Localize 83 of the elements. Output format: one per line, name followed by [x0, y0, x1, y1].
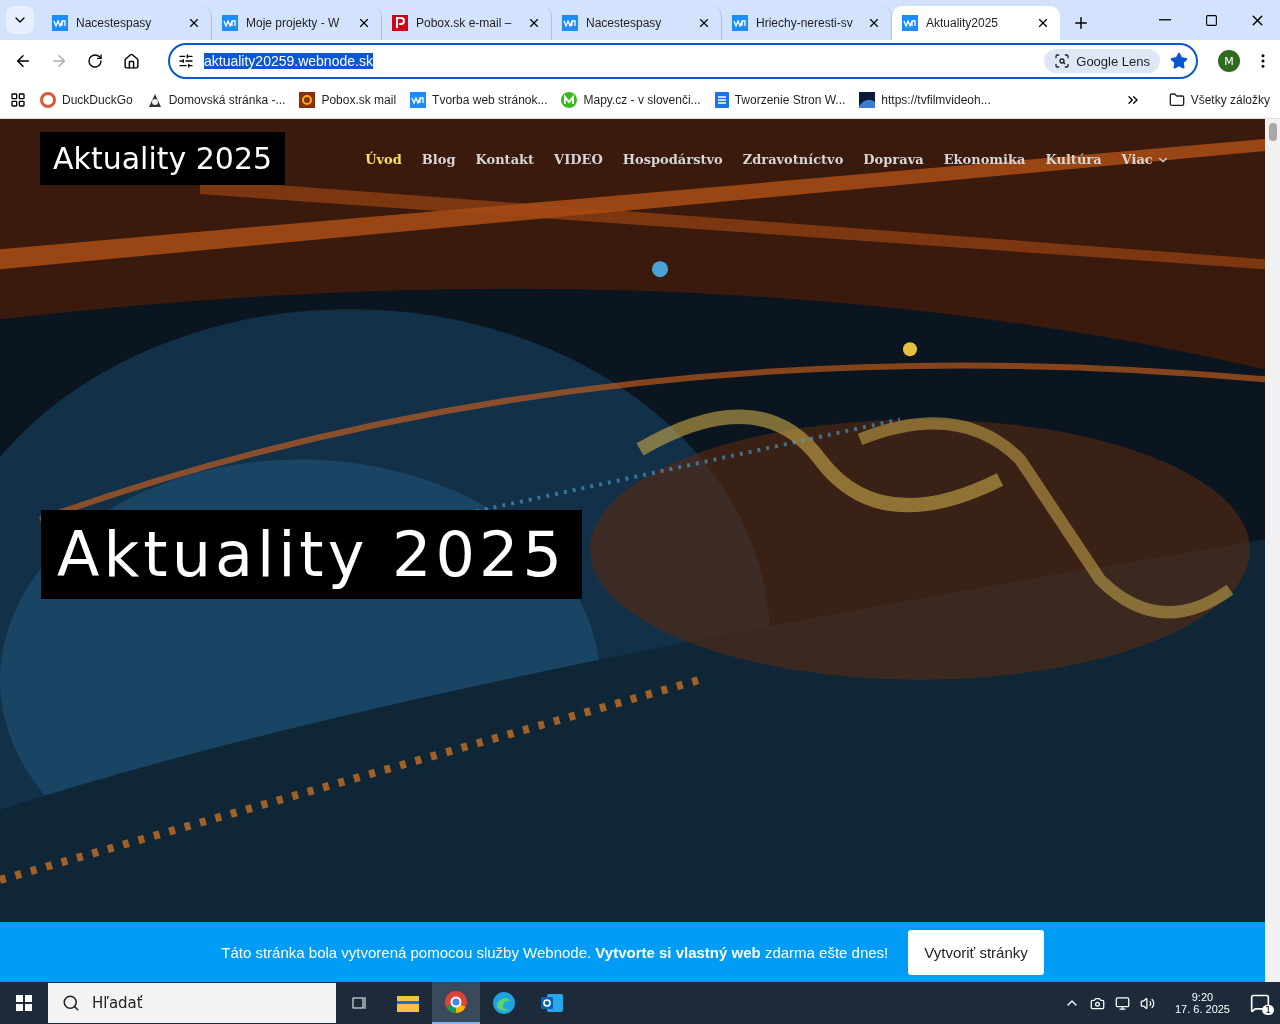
nav-link[interactable]: VIDEO	[550, 148, 607, 171]
site-favicon-icon	[732, 15, 748, 31]
close-icon[interactable]	[357, 16, 371, 30]
map-logo-icon	[561, 92, 578, 108]
folder-icon	[397, 994, 419, 1012]
create-site-button[interactable]: Vytvoriť stránky	[908, 929, 1044, 975]
site-logo[interactable]: Aktuality 2025	[40, 132, 286, 185]
browser-icon	[445, 991, 467, 1013]
reload-icon	[87, 53, 103, 69]
tab-title: Moje projekty - W	[246, 16, 341, 30]
close-icon[interactable]	[527, 16, 541, 30]
apps-icon[interactable]	[10, 92, 26, 108]
windows-icon	[16, 995, 32, 1011]
site-favicon-icon	[392, 15, 408, 31]
nav-link[interactable]: Kontakt	[471, 148, 539, 171]
close-icon[interactable]	[697, 16, 711, 30]
google-lens-button[interactable]: Google Lens	[1044, 49, 1160, 73]
close-icon[interactable]	[867, 16, 881, 30]
nav-link[interactable]: Kultúra	[1041, 148, 1106, 171]
network-icon[interactable]	[1114, 995, 1130, 1011]
browser-tab[interactable]: Aktuality2025	[892, 6, 1060, 40]
bookmark-link[interactable]: Domovská stránka -...	[146, 92, 286, 108]
hero-title: Aktuality 2025	[41, 510, 582, 599]
tab-title: Aktuality2025	[926, 16, 1000, 30]
all-bookmarks-link[interactable]: Všetky záložky	[1168, 92, 1270, 108]
notification-icon[interactable]	[1250, 993, 1270, 1013]
bookmark-link[interactable]: Tworzenie Stron W...	[714, 92, 846, 108]
bookmark-star-icon[interactable]	[1170, 52, 1188, 70]
maximize-icon	[1204, 13, 1218, 27]
nav-link[interactable]: Doprava	[859, 148, 928, 171]
site-favicon-icon	[562, 15, 578, 31]
profile-avatar[interactable]: M	[1218, 50, 1240, 72]
close-icon[interactable]	[187, 16, 201, 30]
tab-title: Nacestespasy	[586, 16, 663, 30]
tab-title: Nacestespasy	[76, 16, 153, 30]
nav-link[interactable]: Hospodárstvo	[618, 148, 727, 171]
bookmark-link[interactable]: https://tvfilmvideoh...	[859, 92, 991, 108]
browser-icon	[493, 992, 515, 1014]
tab-title: Hriechy-neresti-sv	[756, 16, 854, 30]
clock-date[interactable]: 17. 6. 2025	[1174, 1003, 1230, 1015]
bookmark-link[interactable]: Pobox.sk mail	[299, 92, 397, 108]
site-favicon-icon	[902, 15, 918, 31]
bookmark-link[interactable]: Mapy.cz - v slovenči...	[561, 92, 701, 108]
taskbar-app-button[interactable]	[432, 982, 480, 1024]
bookmark-link[interactable]: DuckDuckGo	[40, 92, 133, 108]
nav-link[interactable]: Úvod	[361, 148, 406, 171]
scrollbar-thumb[interactable]	[1268, 123, 1277, 141]
document-icon	[714, 92, 729, 108]
lens-icon	[1054, 53, 1071, 69]
banner-text: Táto stránka bola vytvorená pomocou služby Webnode. Vytvorte si vlastný web zdarma ešte dnes!	[221, 943, 889, 961]
browser-tab[interactable]: Pobox.sk e-mail –	[382, 6, 552, 40]
task-view-icon	[352, 995, 368, 1011]
bookmark-link[interactable]: Tvorba web stránok...	[410, 92, 548, 108]
nav-link[interactable]: Ekonomika	[939, 148, 1030, 171]
site-settings-icon[interactable]	[178, 53, 194, 69]
close-icon[interactable]	[1036, 16, 1050, 30]
volume-icon[interactable]	[1139, 995, 1155, 1011]
folder-icon	[1168, 92, 1185, 108]
site-favicon-icon	[410, 92, 427, 108]
address-bar[interactable]: aktuality20259.webnode.sk Google Lens	[168, 43, 1198, 79]
browser-tab[interactable]: Nacestespasy	[42, 6, 212, 40]
browser-tab[interactable]: Hriechy-neresti-sv	[722, 6, 892, 40]
tab-title: Pobox.sk e-mail –	[416, 16, 513, 30]
camera-icon[interactable]	[1089, 995, 1105, 1011]
mail-icon	[541, 993, 563, 1013]
notification-count: 1	[1262, 1005, 1274, 1015]
minimize-icon	[1159, 19, 1171, 21]
site-favicon-icon	[52, 15, 68, 31]
forward-arrow-icon	[50, 52, 68, 70]
image-icon	[859, 92, 876, 108]
nav-link[interactable]: Zdravotníctvo	[738, 148, 848, 171]
nav-link[interactable]: Blog	[417, 148, 460, 171]
site-favicon-icon	[222, 15, 238, 31]
search-icon	[62, 994, 80, 1012]
tab-search-button[interactable]	[6, 6, 34, 34]
home-icon	[122, 52, 140, 70]
browser-tab[interactable]: Nacestespasy	[552, 6, 722, 40]
clock-time[interactable]: 9:20	[1191, 991, 1214, 1003]
taskbar-search-field[interactable]: Hľadať	[48, 983, 336, 1023]
url-text: aktuality20259.webnode.sk	[204, 53, 373, 69]
new-tab-icon[interactable]	[1072, 14, 1090, 32]
browser-tab[interactable]: Moje projekty - W	[212, 6, 382, 40]
nav-link[interactable]: Viac	[1117, 148, 1174, 171]
